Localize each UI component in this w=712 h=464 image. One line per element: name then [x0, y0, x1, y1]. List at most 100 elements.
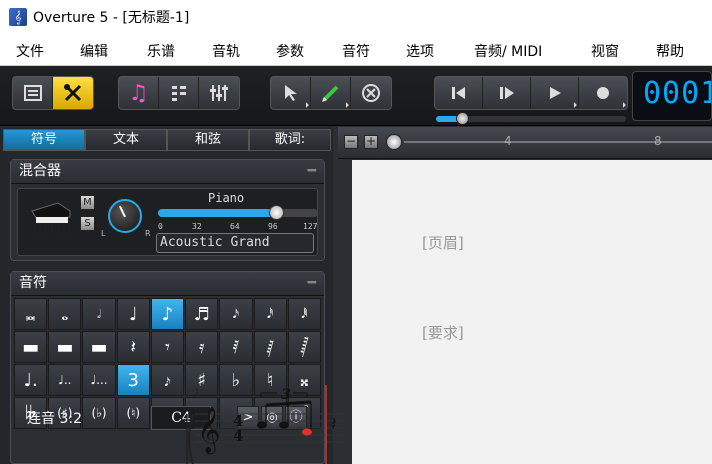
notes-title: 音符 — [19, 275, 47, 291]
note-palette-cell[interactable]: ▬ — [48, 331, 82, 363]
eraser-tool-button[interactable] — [351, 77, 391, 109]
palette-tabs: 符号 文本 和弦 歌词: — [3, 129, 331, 151]
patch-select[interactable]: Acoustic Grand — [156, 233, 314, 253]
note-palette-cell[interactable]: 𝅘𝅥𝅰 — [253, 298, 287, 330]
note-palette-cell[interactable]: (♮) — [116, 397, 150, 429]
view-tool-group — [12, 76, 94, 110]
menu-params[interactable]: 参数 — [276, 41, 304, 61]
mixer-view-button[interactable] — [199, 77, 239, 109]
mixer-channel: M S L R Piano 0 32 64 96 127 Acoustic Gr… — [17, 188, 318, 256]
printer-icon — [23, 85, 42, 101]
tools-button[interactable] — [53, 77, 93, 109]
note-palette-cell[interactable]: 𝅝 — [48, 298, 82, 330]
ruler-mark-4: 4 — [504, 134, 512, 148]
note-palette-cell[interactable]: ♩. — [14, 364, 48, 396]
window-title: Overture 5 - [无标题-1] — [33, 10, 190, 26]
note-palette-cell[interactable]: 𝅘𝅥𝅯 — [219, 298, 253, 330]
select-tool-button[interactable] — [271, 77, 311, 109]
solo-button[interactable]: S — [80, 216, 95, 231]
transport-group — [434, 76, 628, 110]
pencil-tool-button[interactable] — [311, 77, 351, 109]
note-palette-cell[interactable]: ♩... — [82, 364, 116, 396]
tuplet-number: 3 — [281, 387, 291, 403]
rewind-icon — [451, 87, 465, 99]
pan-right-label: R — [145, 229, 151, 238]
note-palette-cell[interactable]: 3 — [116, 364, 150, 396]
request-field[interactable]: [要求] — [422, 322, 464, 343]
play-button[interactable] — [531, 77, 579, 109]
pan-knob[interactable] — [108, 199, 142, 233]
play-icon — [549, 87, 561, 99]
note-palette-cell[interactable]: ▬ — [82, 331, 116, 363]
zoom-in-button[interactable]: + — [364, 135, 378, 149]
note-palette-cell[interactable]: 𝅂 — [287, 331, 321, 363]
treble-clef: 𝄞 — [197, 407, 221, 455]
instrument-name: Piano — [208, 191, 245, 205]
record-icon — [597, 87, 609, 99]
menu-options[interactable]: 选项 — [406, 41, 434, 61]
note-palette-cell[interactable]: 𝅀 — [219, 331, 253, 363]
note-palette-cell[interactable]: ♩ — [116, 298, 150, 330]
palette-tool-group: ♫ — [118, 76, 240, 110]
header-field[interactable]: [页眉] — [422, 232, 464, 253]
menu-audio-midi[interactable]: 音频/ MIDI — [474, 41, 542, 61]
music-note-icon: ♫ — [128, 80, 149, 106]
volume-slider[interactable] — [158, 205, 318, 220]
brace — [188, 413, 194, 464]
volume-knob[interactable] — [269, 205, 284, 220]
notes-header: 音符 ━ — [11, 272, 324, 296]
note-palette-cell[interactable]: 𝅜 — [14, 298, 48, 330]
forward-button[interactable] — [483, 77, 531, 109]
note[interactable] — [257, 421, 267, 429]
note-palette-cell[interactable]: 𝄽 — [116, 331, 150, 363]
selected-note[interactable] — [302, 428, 312, 436]
slider-knob[interactable] — [456, 112, 469, 125]
app-icon: 𝄞 — [9, 8, 27, 26]
score-page[interactable]: [页眉] [要求] — [352, 160, 712, 464]
tab-lyrics[interactable]: 歌词: — [249, 129, 331, 151]
note-palette-cell[interactable]: 𝆔 — [150, 364, 185, 396]
playback-position-slider[interactable] — [436, 112, 626, 125]
menu-window[interactable]: 视窗 — [591, 41, 619, 61]
note-palette-cell[interactable]: 𝅁 — [253, 331, 287, 363]
tuplet-label: 连音 3:2 — [27, 411, 82, 427]
mute-button[interactable]: M — [80, 195, 95, 210]
tab-chords[interactable]: 和弦 — [167, 129, 249, 151]
counter-display: 0001:0 — [643, 76, 711, 111]
note-palette-cell[interactable]: ♪ — [150, 298, 185, 330]
ruler-mark-8: 8 — [654, 134, 662, 148]
page-view-button[interactable] — [13, 77, 53, 109]
rewind-button[interactable] — [435, 77, 483, 109]
note-palette-cell[interactable]: ▬ — [14, 331, 48, 363]
note-palette-cell[interactable]: ♩.. — [48, 364, 82, 396]
note-palette-cell[interactable]: ♬ — [185, 298, 219, 330]
note-palette-cell[interactable]: 𝄿 — [185, 331, 219, 363]
ruler-line — [404, 141, 712, 143]
tools-icon — [64, 84, 82, 102]
menu-file[interactable]: 文件 — [16, 41, 44, 61]
note-palette-cell[interactable]: 𝄾 — [150, 331, 185, 363]
tab-symbols[interactable]: 符号 — [3, 129, 85, 151]
menu-score[interactable]: 乐谱 — [147, 41, 175, 61]
title-bar: 𝄞 Overture 5 - [无标题-1] — [0, 0, 712, 34]
pencil-icon — [321, 85, 338, 102]
note-palette-button[interactable]: ♫ — [119, 77, 159, 109]
menu-notes[interactable]: 音符 — [342, 41, 370, 61]
menu-edit[interactable]: 编辑 — [80, 41, 108, 61]
note-palette-cell[interactable]: 𝅗𝅥 — [82, 298, 116, 330]
menu-help[interactable]: 帮助 — [656, 41, 684, 61]
collapse-icon[interactable]: ━ — [308, 160, 316, 182]
note-palette-cell[interactable]: 𝅘𝅥𝅱 — [287, 298, 321, 330]
zoom-knob[interactable] — [386, 134, 402, 150]
tab-text[interactable]: 文本 — [85, 129, 167, 151]
collapse-icon[interactable]: ━ — [308, 272, 316, 294]
note[interactable] — [279, 421, 289, 429]
list-icon — [171, 86, 186, 101]
record-button[interactable] — [579, 77, 627, 109]
menu-track[interactable]: 音轨 — [212, 41, 240, 61]
list-view-button[interactable] — [159, 77, 199, 109]
staff-system[interactable]: 1 𝄞 4 4 3 𝄽 — [183, 385, 343, 464]
zoom-out-button[interactable]: − — [344, 135, 358, 149]
note-palette-row: 𝅜 𝅝 𝅗𝅥 ♩ ♪ ♬ 𝅘𝅥𝅯 𝅘𝅥𝅰 𝅘𝅥𝅱 — [14, 298, 322, 331]
note-palette-cell[interactable]: (♭) — [82, 397, 116, 429]
